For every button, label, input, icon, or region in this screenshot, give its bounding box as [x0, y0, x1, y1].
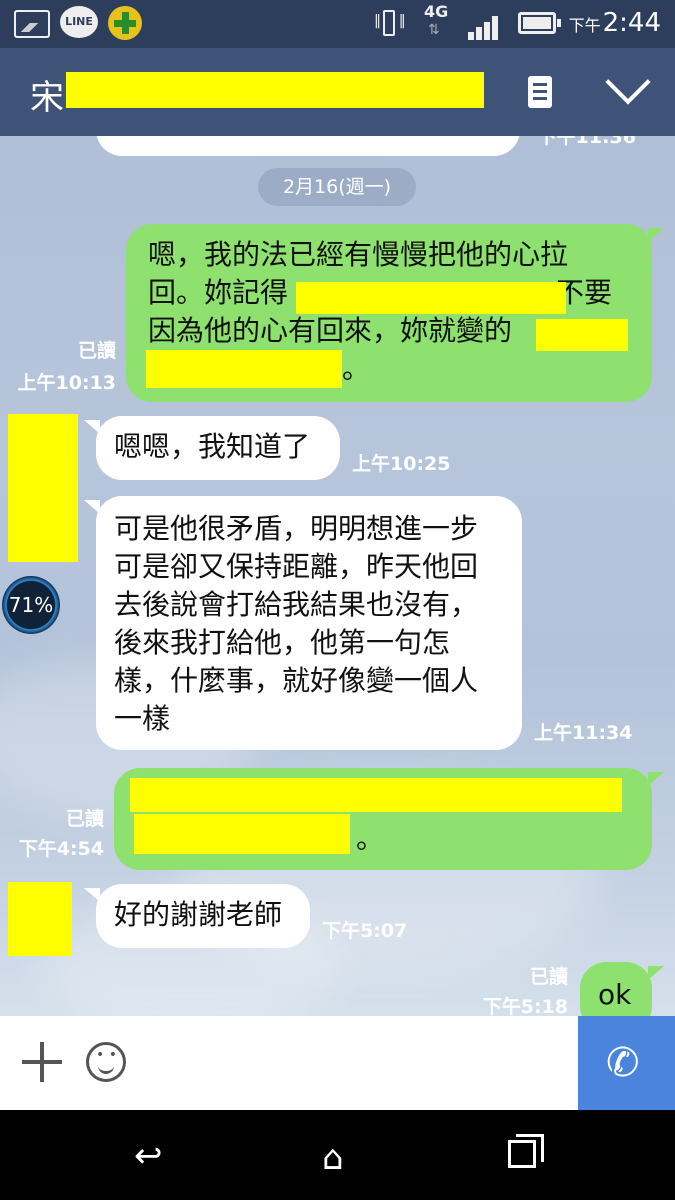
message-bubble-outgoing[interactable]: ok [580, 962, 664, 1016]
read-receipt: 已讀 [77, 340, 116, 362]
message-text: 一樣 [114, 702, 171, 735]
message-text: 可是卻又保持距離，昨天他回 [114, 550, 479, 583]
message-text: 去後說會打給我結果也沒有， [114, 588, 479, 621]
contact-name: 宋 [30, 78, 64, 118]
redacted-text [536, 319, 628, 351]
notes-icon[interactable] [528, 76, 552, 108]
recent-apps-icon[interactable] [508, 1134, 544, 1168]
avatar[interactable] [8, 882, 72, 956]
back-icon[interactable]: ↩ [134, 1136, 163, 1176]
message-text: 可是他很矛盾，明明想進一步 [114, 512, 479, 545]
home-icon[interactable]: ⌂ [322, 1138, 344, 1178]
message-time: 上午10:13 [17, 372, 116, 394]
signal-icon [468, 14, 504, 40]
input-bar: ✆ [0, 1016, 675, 1110]
message-text: 後來我打給他，他第一句怎 [114, 626, 451, 659]
message-bubble-incoming[interactable]: 好的謝謝老師 [84, 884, 310, 948]
network-type-label: 4G [424, 2, 449, 21]
smiley-icon[interactable] [86, 1042, 126, 1082]
battery-overlay-badge[interactable]: 71% [2, 576, 60, 634]
gallery-notification-icon [14, 10, 50, 38]
call-button[interactable]: ✆ [578, 1016, 675, 1110]
message-text: 樣，什麼事，就好像變一個人 [114, 664, 479, 697]
data-arrows-icon: ⇅ [428, 22, 440, 38]
redacted-name [66, 72, 484, 108]
battery-icon [518, 12, 561, 34]
message-bubble-incoming[interactable]: 可是他很矛盾，明明想進一步 可是卻又保持距離，昨天他回 去後說會打給我結果也沒有… [84, 496, 522, 750]
chat-area[interactable]: 下午11:36 2月16(週一) 嗯，我的法已經有慢慢把他的心拉 回。妳記得 不要… [0, 136, 675, 1016]
plus-icon[interactable] [22, 1042, 62, 1082]
message-time: 下午4:54 [18, 838, 104, 860]
status-bar: LINE 4G ⇅ 下午2:44 [0, 0, 675, 48]
avatar[interactable] [8, 414, 78, 562]
redacted-text [130, 778, 622, 812]
message-time: 上午11:34 [534, 722, 633, 744]
chevron-down-icon[interactable] [605, 59, 651, 105]
phone-icon: ✆ [606, 1040, 640, 1086]
message-time: 下午5:18 [482, 996, 568, 1016]
read-receipt: 已讀 [529, 966, 568, 988]
chat-header: 宋 [0, 48, 675, 136]
message-bubble-previous[interactable] [96, 136, 520, 156]
system-nav-bar: ↩ ⌂ [0, 1110, 675, 1200]
redacted-text [134, 814, 350, 854]
clock: 下午2:44 [568, 8, 661, 38]
message-time: 下午11:36 [537, 136, 636, 148]
redacted-text [296, 282, 566, 314]
message-time: 上午10:25 [352, 453, 451, 475]
line-app-icon: LINE [60, 6, 98, 38]
redacted-text [146, 350, 342, 388]
vibrate-icon [374, 10, 406, 38]
message-bubble-incoming[interactable]: 嗯嗯，我知道了 [84, 416, 340, 480]
message-text: 嗯，我的法已經有慢慢把他的心拉 [148, 238, 569, 271]
plus-app-icon [108, 6, 142, 40]
message-time: 下午5:07 [322, 920, 408, 942]
read-receipt: 已讀 [65, 808, 104, 830]
date-divider: 2月16(週一) [258, 168, 416, 206]
message-text: 回。妳記得 [148, 276, 289, 309]
